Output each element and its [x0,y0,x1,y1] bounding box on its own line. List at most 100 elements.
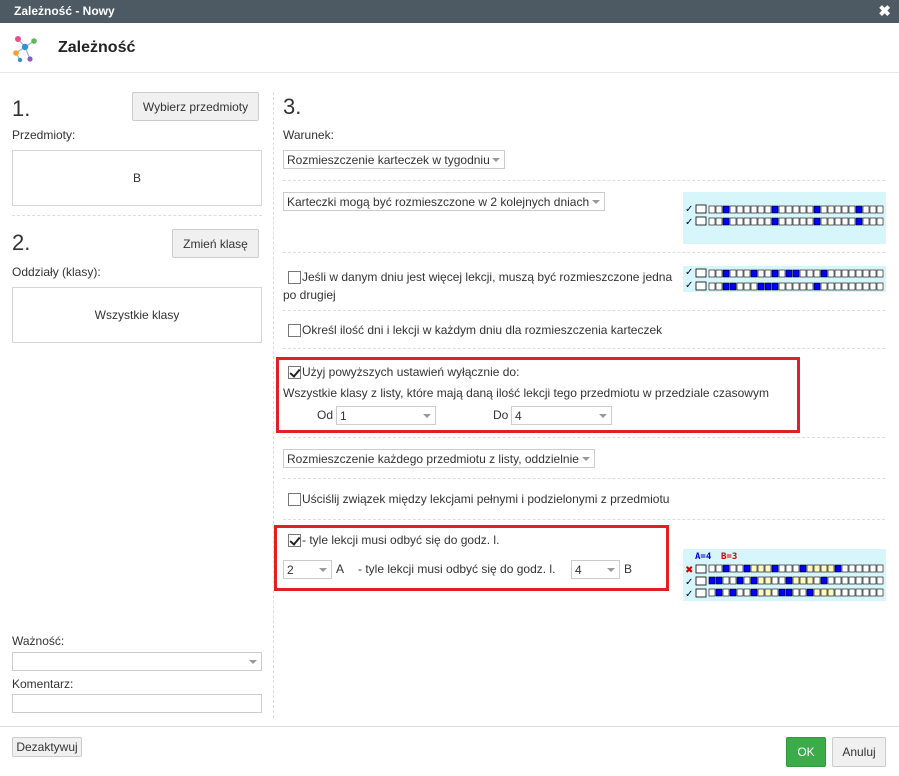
from-select[interactable]: 1 [336,406,436,425]
window-title: Zależność - Nowy [14,4,115,18]
dialog-header: Zależność [0,23,899,73]
timetable-cell [841,205,849,214]
ok-button[interactable]: OK [786,737,826,767]
only-for-checkbox[interactable] [288,366,301,379]
from-label: Od [317,408,334,422]
timetable-cell [799,217,807,226]
timetable-cell [876,564,884,573]
cancel-button[interactable]: Anuluj [832,737,886,767]
timetable-cell [771,217,779,226]
timetable-illustration: ✓ ✓ [685,267,884,291]
timetable-cell [743,217,751,226]
timetable-cell [715,217,723,226]
divider [12,215,262,216]
specify-days-checkbox[interactable] [288,324,301,337]
a-value: 2 [287,563,294,577]
molecule-icon [13,36,37,63]
svg-text:✓: ✓ [685,577,693,588]
comment-input[interactable] [12,694,262,713]
timetable-cell [750,588,758,597]
timetable-cell [806,205,814,214]
close-icon[interactable]: ✖ [878,2,891,20]
timetable-cell [778,588,786,597]
timetable-cell [862,588,870,597]
importance-label: Ważność: [12,634,65,648]
timetable-illustration: A=4 B=3 ✖ ✓ ✓ [685,552,884,600]
timetable-cell [862,217,870,226]
timetable-cell [827,205,835,214]
timetable-cell [736,588,744,597]
timetable-cell [848,282,856,291]
chevron-down-icon [582,457,590,461]
timetable-cell [862,564,870,573]
b-select[interactable]: 4 [571,560,620,579]
b-label: B [624,562,633,576]
timetable-cell [841,576,849,585]
svg-text:✓: ✓ [685,204,693,215]
timetable-cell [841,217,849,226]
timetable-cell [806,588,814,597]
timetable-cell [722,576,730,585]
to-select[interactable]: 4 [511,406,612,425]
timetable-cell [799,588,807,597]
timetable-cell [708,564,716,573]
timetable-cell [778,269,786,278]
timetable-cell [757,576,765,585]
chevron-down-icon [249,660,257,664]
chevron-down-icon [607,568,615,572]
b-description: - tyle lekcji musi odbyć się do godz. l. [358,562,556,576]
timetable-cell [778,282,786,291]
timetable-cell [729,282,737,291]
timetable-cell [820,205,828,214]
timetable-cell [764,205,772,214]
deactivate-button[interactable]: Dezaktywuj [12,737,82,757]
timetable-row [708,588,884,597]
specify-days-label: Określ ilość dni i lekcji w każdym dniu … [302,323,663,337]
spread-illustration: ✓ ✓ [683,192,886,244]
timetable-cell [841,588,849,597]
timetable-cell [848,564,856,573]
timetable-cell [778,576,786,585]
timetable-cell [869,576,877,585]
classes-box[interactable]: Wszystkie klasy [12,287,262,343]
timetable-cell [729,588,737,597]
timetable-cell [785,205,793,214]
timetable-cell [764,217,772,226]
timetable-cell [715,282,723,291]
timetable-cell [715,564,723,573]
importance-select[interactable] [12,652,262,671]
timetable-cell [708,576,716,585]
legend-b: B=3 [721,552,737,562]
timetable-cell [708,217,716,226]
timetable-cell [757,205,765,214]
change-class-button[interactable]: Zmień klasę [172,229,259,258]
choose-subjects-button[interactable]: Wybierz przedmioty [132,92,259,121]
full-split-checkbox[interactable] [288,493,301,506]
timetable-cell [848,576,856,585]
timetable-cell [876,205,884,214]
spread-select[interactable]: Karteczki mogą być rozmieszczone w 2 kol… [283,192,605,211]
step3-number: 3. [283,94,302,119]
from-value: 1 [340,409,347,423]
step1-number: 1. [12,96,31,121]
timetable-cell [722,205,730,214]
timetable-cell [743,564,751,573]
classes-label: Oddziały (klasy): [12,265,101,279]
svg-text:✖: ✖ [685,565,693,576]
timetable-cell [792,588,800,597]
timetable-cell [722,217,730,226]
timetable-cell [736,576,744,585]
timetable-cell [743,269,751,278]
divider [283,252,885,253]
timetable-cell [736,217,744,226]
timetable-cell [876,282,884,291]
placement-select[interactable]: Rozmieszczenie każdego przedmiotu z list… [283,449,595,468]
condition-select[interactable]: Rozmieszczenie karteczek w tygodniu [283,150,505,169]
a-select[interactable]: 2 [283,560,332,579]
timetable-cell [869,564,877,573]
timetable-cell [729,205,737,214]
timetable-cell [729,576,737,585]
divider [283,437,885,438]
subjects-box[interactable]: B [12,150,262,206]
period-checkbox[interactable] [288,534,301,547]
